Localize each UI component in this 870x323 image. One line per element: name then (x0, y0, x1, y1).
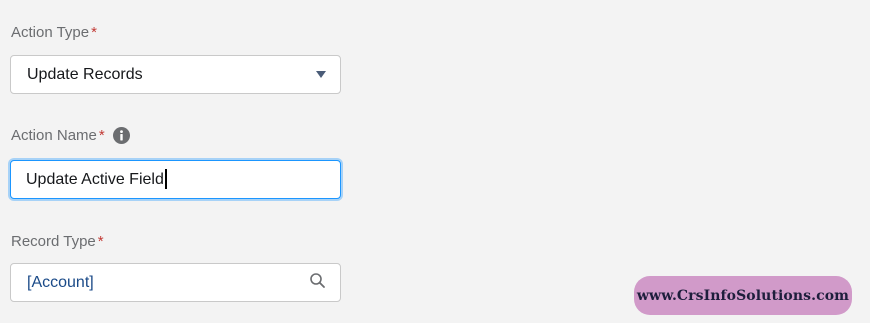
watermark-text: www.CrsInfoSolutions.com (636, 287, 850, 304)
action-type-value: Update Records (27, 65, 143, 83)
record-type-value: [Account] (27, 273, 94, 291)
action-type-label-text: Action Type (11, 24, 90, 41)
action-type-select[interactable]: Update Records (10, 55, 341, 94)
action-name-value: Update Active Field (26, 168, 326, 190)
info-icon[interactable] (112, 127, 130, 144)
chevron-down-icon[interactable] (316, 71, 326, 78)
text-cursor (164, 168, 167, 189)
action-name-label-text: Action Name (11, 127, 97, 144)
record-type-label-text: Record Type (11, 233, 96, 250)
required-marker: * (97, 233, 104, 250)
required-marker: * (91, 24, 97, 41)
search-icon[interactable] (309, 272, 326, 294)
record-type-label: Record Type * (11, 233, 104, 250)
record-type-lookup[interactable]: [Account] (10, 263, 341, 302)
action-name-input[interactable]: Update Active Field (10, 160, 341, 199)
action-name-label: Action Name * (11, 127, 130, 144)
required-marker: * (98, 127, 105, 144)
action-name-text: Update Active Field (26, 170, 164, 188)
watermark-badge: www.CrsInfoSolutions.com (634, 276, 852, 315)
action-type-label: Action Type * (11, 24, 97, 41)
